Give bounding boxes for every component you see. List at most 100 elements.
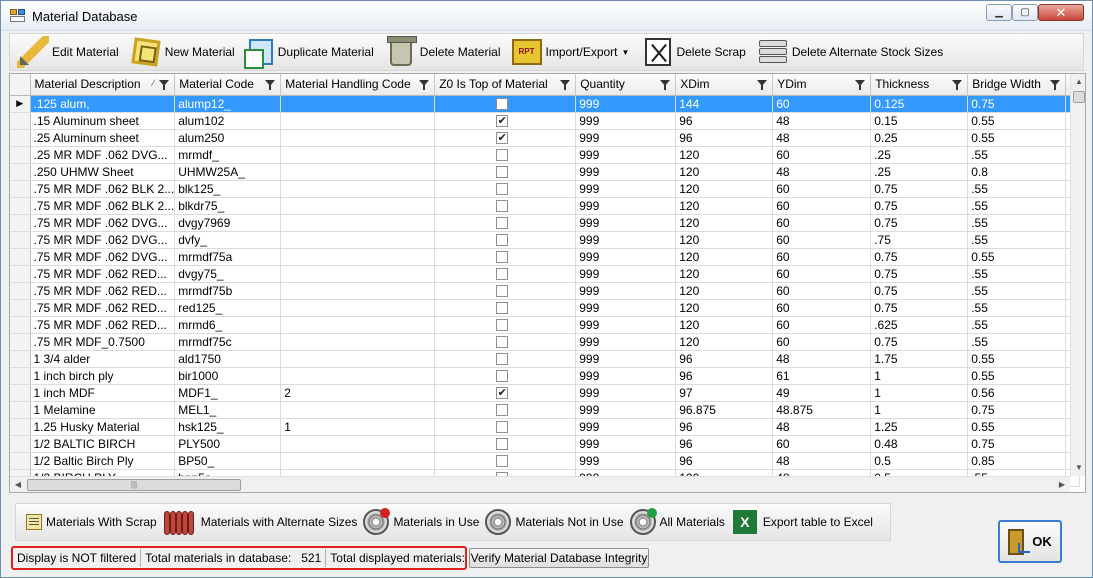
table-cell[interactable] — [434, 214, 577, 232]
table-cell[interactable]: 0.55 — [967, 112, 1067, 130]
vertical-scroll-thumb[interactable] — [1073, 91, 1085, 103]
table-cell[interactable]: 120 — [675, 316, 774, 334]
table-cell[interactable]: .125 alum, — [30, 95, 176, 113]
table-cell[interactable]: 999 — [575, 452, 677, 470]
table-cell[interactable]: 0.55 — [967, 248, 1067, 266]
horizontal-scroll-thumb[interactable]: ||| — [27, 479, 241, 491]
row-header[interactable] — [10, 146, 31, 164]
scroll-up-icon[interactable]: ▲ — [1071, 74, 1085, 90]
table-cell[interactable]: .75 — [870, 231, 969, 249]
table-cell[interactable]: 1 Melamine — [30, 401, 176, 419]
table-cell[interactable]: 144 — [675, 95, 774, 113]
table-cell[interactable]: .75 MR MDF .062 DVG... — [30, 248, 176, 266]
table-cell[interactable]: 48 — [772, 129, 872, 147]
table-cell[interactable]: 60 — [772, 231, 872, 249]
table-cell[interactable]: dvgy75_ — [174, 265, 282, 283]
table-cell[interactable]: 60 — [772, 265, 872, 283]
table-cell[interactable]: 999 — [575, 299, 677, 317]
table-cell[interactable]: .75 MR MDF_0.7500 — [30, 333, 176, 351]
table-cell[interactable]: 120 — [675, 214, 774, 232]
table-row[interactable]: .75 MR MDF_0.7500 mrmdf75c 999 120 60 0.75.55 — [10, 333, 1081, 351]
table-cell[interactable]: ald1750 — [174, 350, 282, 368]
table-cell[interactable] — [434, 435, 577, 453]
table-row[interactable]: 1/2 Baltic Birch Ply BP50_ 999 96 48 0.5 0.85 — [10, 452, 1081, 470]
table-row[interactable]: .75 MR MDF .062 DVG... mrmdf75a 999 120 60 0.… — [10, 248, 1081, 266]
table-cell[interactable] — [280, 214, 436, 232]
table-cell[interactable]: .25 MR MDF .062 DVG... — [30, 146, 176, 164]
table-cell[interactable]: 999 — [575, 163, 677, 181]
row-header[interactable] — [10, 384, 31, 402]
table-cell[interactable] — [280, 452, 436, 470]
table-cell[interactable]: 120 — [675, 146, 774, 164]
table-cell[interactable]: 120 — [675, 265, 774, 283]
table-cell[interactable]: ✔ — [434, 129, 577, 147]
table-cell[interactable]: 1 3/4 alder — [30, 350, 176, 368]
maximize-button[interactable]: ▢ — [1012, 4, 1038, 21]
table-cell[interactable]: 48 — [772, 452, 872, 470]
table-cell[interactable]: 999 — [575, 367, 677, 385]
table-cell[interactable] — [280, 95, 436, 113]
table-cell[interactable]: 120 — [675, 163, 774, 181]
table-cell[interactable]: .75 MR MDF .062 BLK 2... — [30, 180, 176, 198]
table-cell[interactable] — [434, 299, 577, 317]
table-row[interactable]: .25 MR MDF .062 DVG... mrmdf_ 999 120 60.25.… — [10, 146, 1081, 164]
table-cell[interactable]: 96 — [675, 452, 774, 470]
column-header[interactable]: YDim — [772, 74, 872, 96]
table-cell[interactable]: 999 — [575, 180, 677, 198]
table-cell[interactable] — [280, 435, 436, 453]
z0-top-checkbox[interactable] — [496, 183, 509, 196]
table-cell[interactable]: 120 — [675, 248, 774, 266]
table-cell[interactable]: 999 — [575, 350, 677, 368]
table-cell[interactable]: 999 — [575, 112, 677, 130]
z0-top-checkbox[interactable] — [496, 455, 509, 468]
table-row[interactable]: .75 MR MDF .062 RED... mrmd6_ 999 120 60.625… — [10, 316, 1081, 334]
scroll-right-icon[interactable]: ▶ — [1054, 477, 1070, 492]
z0-top-checkbox[interactable] — [496, 268, 509, 281]
minimize-button[interactable]: ▁ — [986, 4, 1012, 21]
table-cell[interactable]: 120 — [675, 197, 774, 215]
table-cell[interactable]: 96 — [675, 129, 774, 147]
table-cell[interactable] — [280, 112, 436, 130]
table-cell[interactable]: 48 — [772, 112, 872, 130]
filter-icon[interactable] — [560, 80, 571, 90]
table-cell[interactable]: 999 — [575, 231, 677, 249]
filter-icon[interactable] — [952, 80, 963, 90]
row-header[interactable] — [10, 214, 31, 232]
filter-icon[interactable] — [159, 80, 170, 90]
z0-top-checkbox[interactable]: ✔ — [496, 387, 509, 400]
table-cell[interactable]: 0.75 — [967, 401, 1067, 419]
table-cell[interactable] — [434, 248, 577, 266]
table-cell[interactable]: mrmdf75a — [174, 248, 282, 266]
row-header[interactable] — [10, 367, 31, 385]
table-cell[interactable]: 0.85 — [967, 452, 1067, 470]
table-cell[interactable] — [280, 265, 436, 283]
table-cell[interactable]: 0.75 — [870, 265, 969, 283]
row-header[interactable] — [10, 350, 31, 368]
table-cell[interactable]: 60 — [772, 248, 872, 266]
ok-button[interactable]: OK — [998, 520, 1062, 563]
table-cell[interactable]: 48.875 — [772, 401, 872, 419]
z0-top-checkbox[interactable] — [496, 251, 509, 264]
table-cell[interactable]: 96 — [675, 418, 774, 436]
table-cell[interactable]: 48 — [772, 163, 872, 181]
filter-icon[interactable] — [855, 80, 866, 90]
table-cell[interactable]: .55 — [967, 299, 1067, 317]
table-cell[interactable]: .75 MR MDF .062 DVG... — [30, 214, 176, 232]
table-cell[interactable] — [280, 316, 436, 334]
table-cell[interactable] — [434, 282, 577, 300]
filter-icon[interactable] — [660, 80, 671, 90]
table-cell[interactable]: 0.5 — [870, 452, 969, 470]
table-cell[interactable]: 120 — [675, 282, 774, 300]
column-header[interactable]: Quantity — [575, 74, 677, 96]
table-cell[interactable]: 48 — [772, 350, 872, 368]
export-excel-button[interactable]: X Export table to Excel — [731, 505, 879, 539]
z0-top-checkbox[interactable] — [496, 149, 509, 162]
table-cell[interactable]: 999 — [575, 197, 677, 215]
table-cell[interactable]: 60 — [772, 435, 872, 453]
table-cell[interactable]: 999 — [575, 214, 677, 232]
table-cell[interactable] — [434, 146, 577, 164]
table-cell[interactable]: .625 — [870, 316, 969, 334]
table-cell[interactable] — [280, 129, 436, 147]
table-cell[interactable]: 999 — [575, 384, 677, 402]
table-cell[interactable]: 0.55 — [967, 367, 1067, 385]
